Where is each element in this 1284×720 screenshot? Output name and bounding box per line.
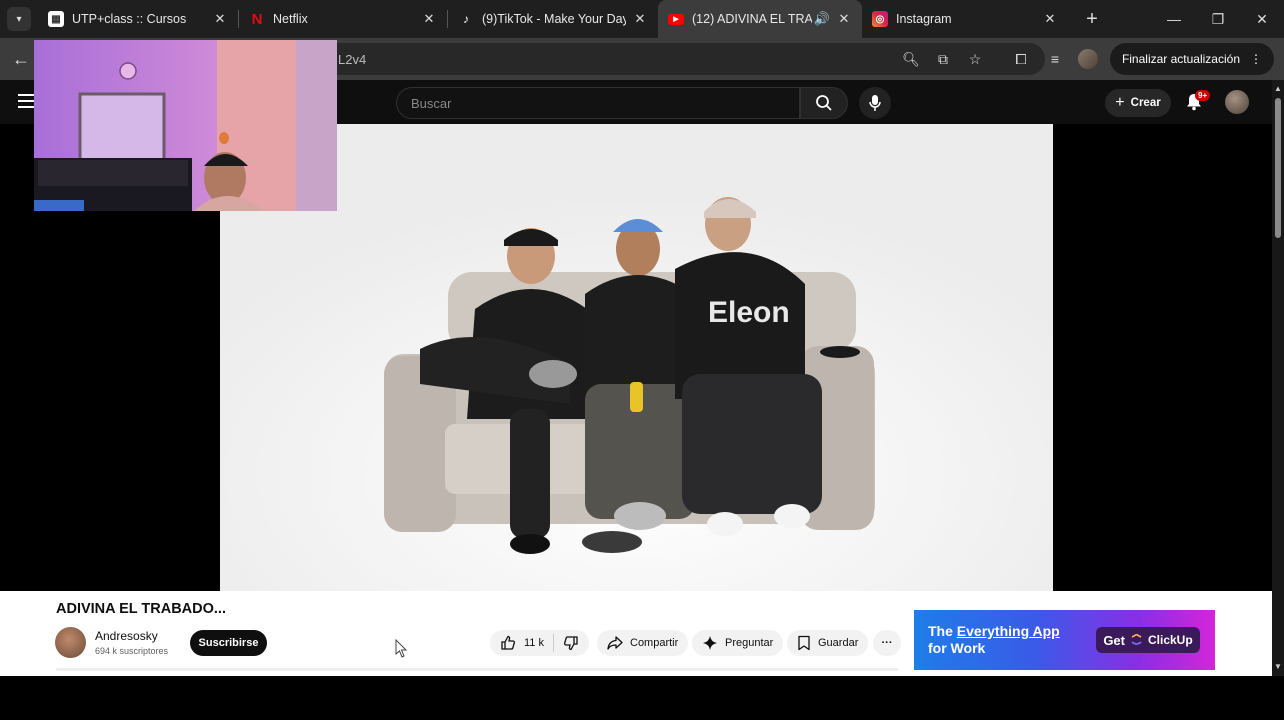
- ad-headline-highlight: Everything App: [956, 623, 1060, 639]
- tab-youtube[interactable]: ▶ (12) ADIVINA EL TRABAJO 🔊 ✕: [658, 0, 862, 38]
- like-dislike-group: 11 k: [490, 630, 589, 656]
- close-tab-icon[interactable]: ✕: [632, 11, 648, 27]
- search-button[interactable]: [800, 87, 848, 119]
- close-tab-icon[interactable]: ✕: [1042, 11, 1058, 27]
- tab-tiktok[interactable]: ♪ (9)TikTok - Make Your Day ✕: [448, 0, 658, 38]
- share-label: Compartir: [630, 637, 679, 649]
- channel-avatar[interactable]: [55, 627, 86, 658]
- tab-title: (9)TikTok - Make Your Day: [482, 12, 626, 26]
- close-tab-icon[interactable]: ✕: [836, 11, 852, 27]
- bookmark-icon: [798, 635, 810, 651]
- ask-button[interactable]: Preguntar: [692, 630, 784, 656]
- sparkle-icon: [703, 636, 717, 650]
- more-actions-icon[interactable]: ···: [873, 630, 901, 656]
- notification-badge: 9+: [1195, 90, 1211, 101]
- minimize-icon[interactable]: —: [1152, 0, 1196, 38]
- more-vert-icon[interactable]: ⋮: [1250, 52, 1262, 66]
- svg-text:Eleon: Eleon: [708, 296, 790, 329]
- microphone-icon: [869, 95, 881, 111]
- tab-title: Instagram: [896, 12, 952, 26]
- clickup-logo-icon: [1131, 634, 1142, 645]
- tab-netflix[interactable]: N Netflix ✕: [239, 0, 447, 38]
- like-button[interactable]: 11 k: [500, 635, 544, 651]
- ad-headline: The Everything App for Work: [928, 623, 1060, 657]
- thumbs-up-icon: [501, 635, 516, 650]
- browser-tab-strip: ▾ ▦ UTP+class :: Cursos ✕ N Netflix ✕ ♪ …: [0, 0, 1284, 38]
- screen: ▾ ▦ UTP+class :: Cursos ✕ N Netflix ✕ ♪ …: [0, 0, 1284, 720]
- back-arrow-icon[interactable]: ←: [5, 43, 37, 75]
- new-tab-button[interactable]: +: [1078, 5, 1106, 33]
- video-player[interactable]: Eleon: [220, 124, 1053, 591]
- mouse-cursor-icon: [395, 639, 408, 658]
- instagram-favicon-icon: ◎: [872, 11, 888, 27]
- update-label: Finalizar actualización: [1121, 52, 1240, 66]
- search-icon: [816, 95, 832, 111]
- like-count: 11 k: [524, 637, 544, 649]
- youtube-favicon-icon: ▶: [668, 13, 684, 25]
- utp-favicon-icon: ▦: [48, 11, 64, 27]
- clickup-ad-banner[interactable]: The Everything App for Work Get ClickUp: [914, 610, 1215, 670]
- window-close-icon[interactable]: ✕: [1240, 0, 1284, 38]
- tab-instagram[interactable]: ◎ Instagram ✕: [862, 0, 1068, 38]
- media-control-icon[interactable]: ≡: [1044, 48, 1066, 70]
- scroll-up-arrow-icon[interactable]: ▲: [1274, 84, 1282, 93]
- subscribe-button[interactable]: Suscribirse: [190, 630, 267, 656]
- description-divider: [56, 668, 898, 671]
- save-button[interactable]: Guardar: [787, 630, 869, 656]
- channel-name[interactable]: Andresosky: [95, 629, 158, 643]
- video-frame-image: Eleon: [220, 124, 1053, 591]
- thumbs-down-icon: [563, 636, 578, 651]
- scroll-down-arrow-icon[interactable]: ▼: [1274, 662, 1282, 671]
- youtube-account-avatar[interactable]: [1225, 90, 1249, 114]
- create-button[interactable]: + Crear: [1105, 89, 1171, 117]
- extensions-icon[interactable]: ⧠: [1010, 48, 1032, 70]
- webcam-image: [34, 40, 337, 211]
- create-label: Crear: [1130, 97, 1161, 109]
- url-text: L2v4: [338, 51, 367, 67]
- install-app-icon[interactable]: ⧉: [933, 49, 953, 69]
- netflix-favicon-icon: N: [251, 10, 263, 28]
- tab-utp[interactable]: ▦ UTP+class :: Cursos ✕: [38, 0, 238, 38]
- bookmark-star-icon[interactable]: ☆: [965, 49, 985, 69]
- ad-button-brand-label: ClickUp: [1147, 633, 1193, 647]
- like-divider: [552, 634, 554, 652]
- tiktok-favicon-icon: ♪: [463, 12, 469, 26]
- ad-get-clickup-button[interactable]: Get ClickUp: [1096, 627, 1200, 653]
- window-controls: — ❐ ✕: [1152, 0, 1284, 38]
- menu-icon[interactable]: [18, 94, 34, 108]
- tab-title: Netflix: [273, 12, 308, 26]
- ad-headline-part2: for Work: [928, 640, 986, 656]
- ad-button-get-label: Get: [1103, 632, 1125, 648]
- profile-avatar[interactable]: [1077, 49, 1098, 69]
- plus-icon: +: [1115, 94, 1125, 111]
- search-input[interactable]: Buscar: [396, 87, 800, 119]
- share-arrow-icon: [607, 636, 623, 650]
- scrollbar-thumb[interactable]: [1275, 98, 1281, 238]
- zoom-icon[interactable]: 🔍︎: [901, 49, 921, 69]
- speaker-icon[interactable]: 🔊: [814, 11, 830, 27]
- ask-label: Preguntar: [725, 637, 774, 649]
- tab-search-menu-button[interactable]: ▾: [7, 7, 31, 31]
- omnibox-icons: 🔍︎ ⧉ ☆: [901, 49, 985, 69]
- voice-search-button[interactable]: [859, 87, 891, 119]
- close-tab-icon[interactable]: ✕: [421, 11, 437, 27]
- update-button[interactable]: Finalizar actualización ⋮: [1109, 43, 1274, 75]
- tab-title: (12) ADIVINA EL TRABAJO: [692, 12, 812, 26]
- toolbar-right: ⧠ ≡ Finalizar actualización ⋮: [1010, 43, 1274, 75]
- tab-title: UTP+class :: Cursos: [72, 12, 187, 26]
- dislike-button[interactable]: [563, 635, 579, 651]
- close-tab-icon[interactable]: ✕: [212, 11, 228, 27]
- save-label: Guardar: [818, 637, 859, 649]
- search-placeholder: Buscar: [411, 95, 452, 111]
- subscriber-count: 694 k suscriptores: [95, 646, 169, 656]
- webcam-overlay: [34, 40, 337, 211]
- ad-headline-part1: The: [928, 623, 957, 639]
- restore-icon[interactable]: ❐: [1196, 0, 1240, 38]
- video-title: ADIVINA EL TRABADO...: [56, 601, 226, 617]
- share-button[interactable]: Compartir: [597, 630, 689, 656]
